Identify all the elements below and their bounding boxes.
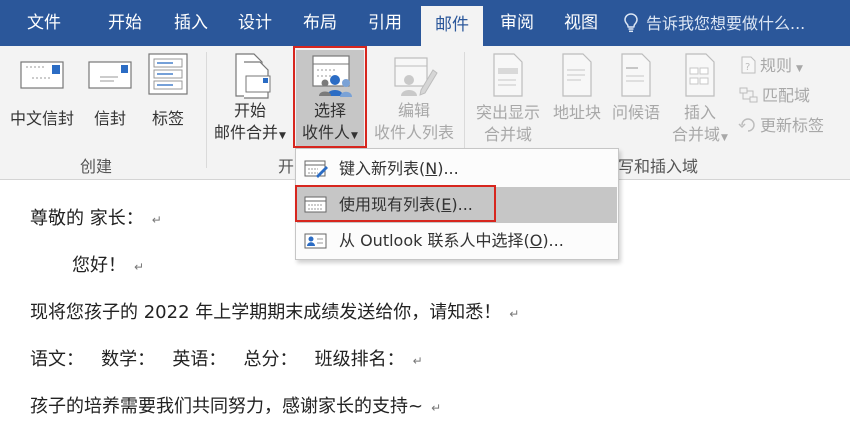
- group-label-write-insert: 写和插入域: [618, 157, 699, 176]
- highlight-fields-label-2: 合并域: [483, 125, 532, 144]
- tell-me-text: 告诉我您想要做什么...: [646, 14, 806, 33]
- edit-recipient-list-icon: [394, 57, 438, 96]
- dropdown-arrow-icon: ▼: [279, 131, 286, 141]
- labels-icon: [148, 53, 188, 95]
- envelope-button[interactable]: 信封: [84, 56, 136, 130]
- start-merge-label-row: 邮件合并▼: [207, 122, 293, 147]
- greeting-line-icon: [621, 53, 651, 97]
- menu-item-outlook-tail: )...: [542, 231, 564, 250]
- paragraph-mark: ↵: [151, 213, 162, 227]
- rules-button[interactable]: ? 规则 ▼: [738, 52, 803, 76]
- chinese-envelope-label: 中文信封: [9, 109, 74, 128]
- ribbon-tab-bar: 文件 开始 插入 设计 布局 引用 邮件 审阅 视图 告诉我您想要做什么...: [0, 0, 850, 46]
- greeting-line-button[interactable]: 问候语: [606, 52, 666, 124]
- edit-recipients-label-1: 编辑: [397, 101, 430, 120]
- tab-view[interactable]: 视图: [552, 0, 610, 46]
- greeting-line-label: 问候语: [611, 103, 660, 122]
- paragraph-mark: ↵: [509, 307, 520, 321]
- address-block-icon: [562, 53, 592, 97]
- address-block-button[interactable]: 地址块: [548, 52, 606, 124]
- doc-line-greeting: 您好！ ↵: [72, 251, 144, 277]
- tab-design[interactable]: 设计: [226, 0, 284, 46]
- insert-field-label-1: 插入: [683, 103, 716, 122]
- insert-field-label-2: 合并域: [672, 125, 721, 144]
- highlight-fields-label-1: 突出显示: [475, 103, 540, 122]
- insert-merge-field-icon: [685, 53, 715, 97]
- group-label-create: 创建: [80, 157, 113, 176]
- outlook-contacts-icon: [304, 233, 327, 249]
- tab-file[interactable]: 文件: [0, 0, 88, 46]
- paragraph-mark: ↵: [412, 354, 423, 368]
- start-merge-label-1: 开始: [233, 101, 266, 120]
- insert-merge-field-button[interactable]: 插入 合并域▼: [666, 52, 734, 149]
- svg-text:?: ?: [745, 62, 750, 73]
- start-merge-label-2: 邮件合并: [214, 123, 279, 142]
- chinese-envelope-icon: [20, 61, 64, 89]
- start-mail-merge-button[interactable]: 开始 邮件合并▼: [207, 50, 293, 147]
- tab-layout[interactable]: 布局: [291, 0, 349, 46]
- doc-line-text: 尊敬的 家长：: [30, 208, 144, 229]
- doc-line-scores: 语文： 数学： 英语： 总分： 班级排名： ↵: [30, 345, 423, 371]
- doc-line-salutation: 尊敬的 家长： ↵: [30, 204, 162, 230]
- match-fields-label: 匹配域: [762, 86, 811, 105]
- doc-line-thanks: 孩子的培养需要我们共同努力，感谢家长的支持~ ↵: [30, 392, 441, 418]
- doc-line-text: 孩子的培养需要我们共同努力，感谢家长的支持~: [30, 396, 424, 417]
- menu-item-outlook-contacts[interactable]: 从 Outlook 联系人中选择(O)...: [297, 223, 617, 259]
- labels-label: 标签: [151, 109, 184, 128]
- tab-review[interactable]: 审阅: [488, 0, 546, 46]
- tab-references[interactable]: 引用: [356, 0, 414, 46]
- match-fields-icon: [739, 87, 758, 103]
- edit-recipient-list-button[interactable]: 编辑 收件人列表: [368, 50, 460, 144]
- doc-line-text: 您好！: [72, 255, 126, 276]
- doc-line-text: 语文： 数学： 英语： 总分： 班级排名：: [30, 349, 405, 370]
- doc-line-text: 现将您孩子的 2022 年上学期期末成绩发送给你，请知悉！: [30, 302, 502, 323]
- highlight-box-select-recipients: [293, 46, 367, 148]
- edit-recipients-label-2: 收件人列表: [373, 123, 454, 142]
- insert-field-label-row: 合并域▼: [666, 124, 734, 149]
- update-labels-label: 更新标签: [760, 116, 825, 135]
- tab-mailings[interactable]: 邮件: [421, 6, 483, 46]
- highlight-fields-icon: [493, 53, 523, 97]
- tell-me-search[interactable]: 告诉我您想要做什么...: [624, 0, 805, 46]
- doc-line-notice: 现将您孩子的 2022 年上学期期末成绩发送给你，请知悉！ ↵: [30, 298, 519, 324]
- menu-item-new-list-text: 键入新列表(: [339, 159, 426, 178]
- chinese-envelope-button[interactable]: 中文信封: [4, 56, 80, 130]
- envelope-label: 信封: [93, 109, 126, 128]
- menu-item-outlook-text: 从 Outlook 联系人中选择(: [339, 231, 530, 250]
- highlight-merge-fields-button[interactable]: 突出显示 合并域: [468, 52, 548, 146]
- paragraph-mark: ↵: [134, 260, 145, 274]
- mail-merge-icon: [235, 53, 271, 99]
- new-list-icon: [304, 160, 328, 178]
- tab-home[interactable]: 开始: [96, 0, 154, 46]
- dropdown-arrow-icon: ▼: [796, 64, 803, 74]
- menu-item-new-list-hotkey: N: [425, 159, 438, 178]
- menu-item-outlook-hotkey: O: [529, 231, 543, 250]
- update-labels-icon: [738, 118, 755, 132]
- tab-insert[interactable]: 插入: [162, 0, 220, 46]
- rules-icon: ?: [741, 56, 756, 74]
- highlight-box-existing-list: [295, 185, 496, 222]
- match-fields-button[interactable]: 匹配域: [738, 82, 810, 106]
- menu-item-type-new-list[interactable]: 键入新列表(N)...: [297, 151, 617, 187]
- labels-button[interactable]: 标签: [140, 52, 196, 130]
- group-label-start-merge: 开: [278, 157, 295, 176]
- lightbulb-icon: [624, 12, 638, 32]
- menu-item-new-list-tail: )...: [437, 159, 459, 178]
- dropdown-arrow-icon: ▼: [721, 133, 728, 143]
- paragraph-mark: ↵: [431, 401, 442, 415]
- update-labels-button[interactable]: 更新标签: [738, 112, 824, 136]
- rules-label: 规则: [760, 56, 793, 75]
- address-block-label: 地址块: [552, 103, 601, 122]
- envelope-icon: [88, 61, 132, 89]
